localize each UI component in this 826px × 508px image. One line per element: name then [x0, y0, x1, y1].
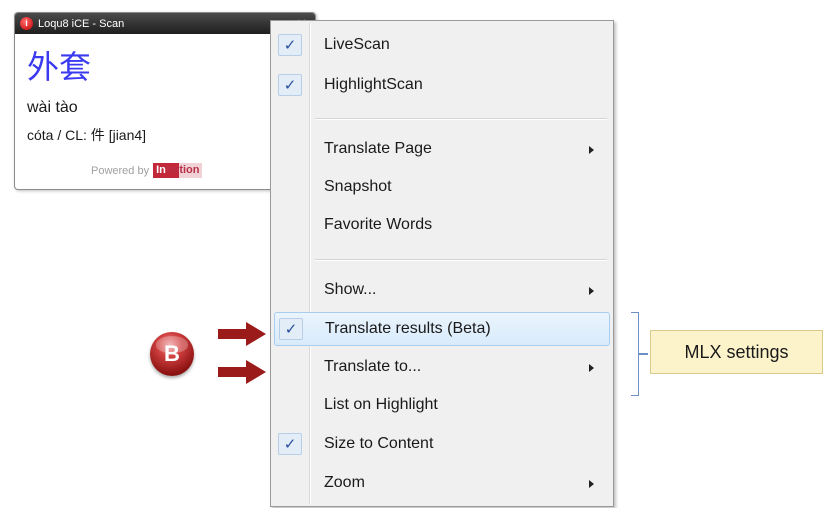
powered-by-label: Powered by	[91, 164, 150, 177]
menu-item-label: Translate to...	[324, 358, 422, 375]
annotation-bracket	[631, 312, 639, 396]
entry-pinyin: wài tào	[27, 99, 78, 116]
window-title: Loqu8 iCE - Scan	[38, 17, 125, 30]
menu-separator	[315, 259, 607, 261]
menu-item-favorite-words[interactable]: Favorite Words	[274, 209, 610, 243]
annotation-arrow-icon	[218, 322, 266, 346]
intuition-logo: Intuition	[153, 163, 203, 178]
submenu-arrow-icon	[589, 364, 594, 372]
menu-item-snapshot[interactable]: Snapshot	[274, 171, 610, 205]
menu-item-translate-to[interactable]: Translate to...	[274, 351, 610, 385]
submenu-arrow-icon	[589, 480, 594, 488]
logo-box-text: In	[156, 164, 166, 176]
menu-item-size-to-content[interactable]: ✓ Size to Content	[274, 428, 610, 462]
menu-item-label: Zoom	[324, 474, 365, 491]
logo-rest-text: tuition	[165, 164, 200, 176]
app-info-icon: i	[20, 17, 33, 30]
menu-item-label: Translate Page	[324, 140, 432, 157]
powered-by: Powered by Intuition	[91, 163, 203, 178]
menu-item-zoom[interactable]: Zoom	[274, 467, 610, 501]
annotation-bracket-tick	[639, 353, 648, 355]
annotation-badge-b: B	[150, 332, 194, 376]
menu-item-label: Favorite Words	[324, 216, 433, 233]
arrow-shape	[218, 322, 266, 346]
arrow-shape	[218, 360, 266, 384]
menu-item-livescan[interactable]: ✓ LiveScan	[274, 29, 610, 63]
menu-item-translate-page[interactable]: Translate Page	[274, 133, 610, 167]
annotation-note: MLX settings	[650, 330, 823, 374]
entry-hanzi: 外套	[27, 48, 92, 86]
menu-item-label: LiveScan	[324, 36, 390, 53]
check-icon: ✓	[278, 34, 302, 56]
submenu-arrow-icon	[589, 146, 594, 154]
menu-item-label: Size to Content	[324, 435, 434, 452]
entry-definition: cóta / CL: 件 [jian4]	[27, 127, 147, 143]
submenu-arrow-icon	[589, 287, 594, 295]
annotation-arrow-icon	[218, 360, 266, 384]
menu-item-label: List on Highlight	[324, 396, 438, 413]
menu-separator	[315, 118, 607, 120]
menu-item-label: Show...	[324, 281, 377, 298]
menu-item-show[interactable]: Show...	[274, 274, 610, 308]
check-icon: ✓	[278, 433, 302, 455]
menu-item-label: Translate results (Beta)	[325, 320, 491, 337]
menu-item-label: HighlightScan	[324, 76, 423, 93]
menu-item-highlightscan[interactable]: ✓ HighlightScan	[274, 69, 610, 103]
menu-item-translate-results[interactable]: ✓ Translate results (Beta)	[274, 312, 610, 346]
check-icon: ✓	[279, 318, 303, 340]
menu-item-list-on-highlight[interactable]: List on Highlight	[274, 389, 610, 423]
menu-item-label: Snapshot	[324, 178, 392, 195]
context-menu: ✓ LiveScan ✓ HighlightScan Translate Pag…	[270, 20, 614, 507]
check-icon: ✓	[278, 74, 302, 96]
